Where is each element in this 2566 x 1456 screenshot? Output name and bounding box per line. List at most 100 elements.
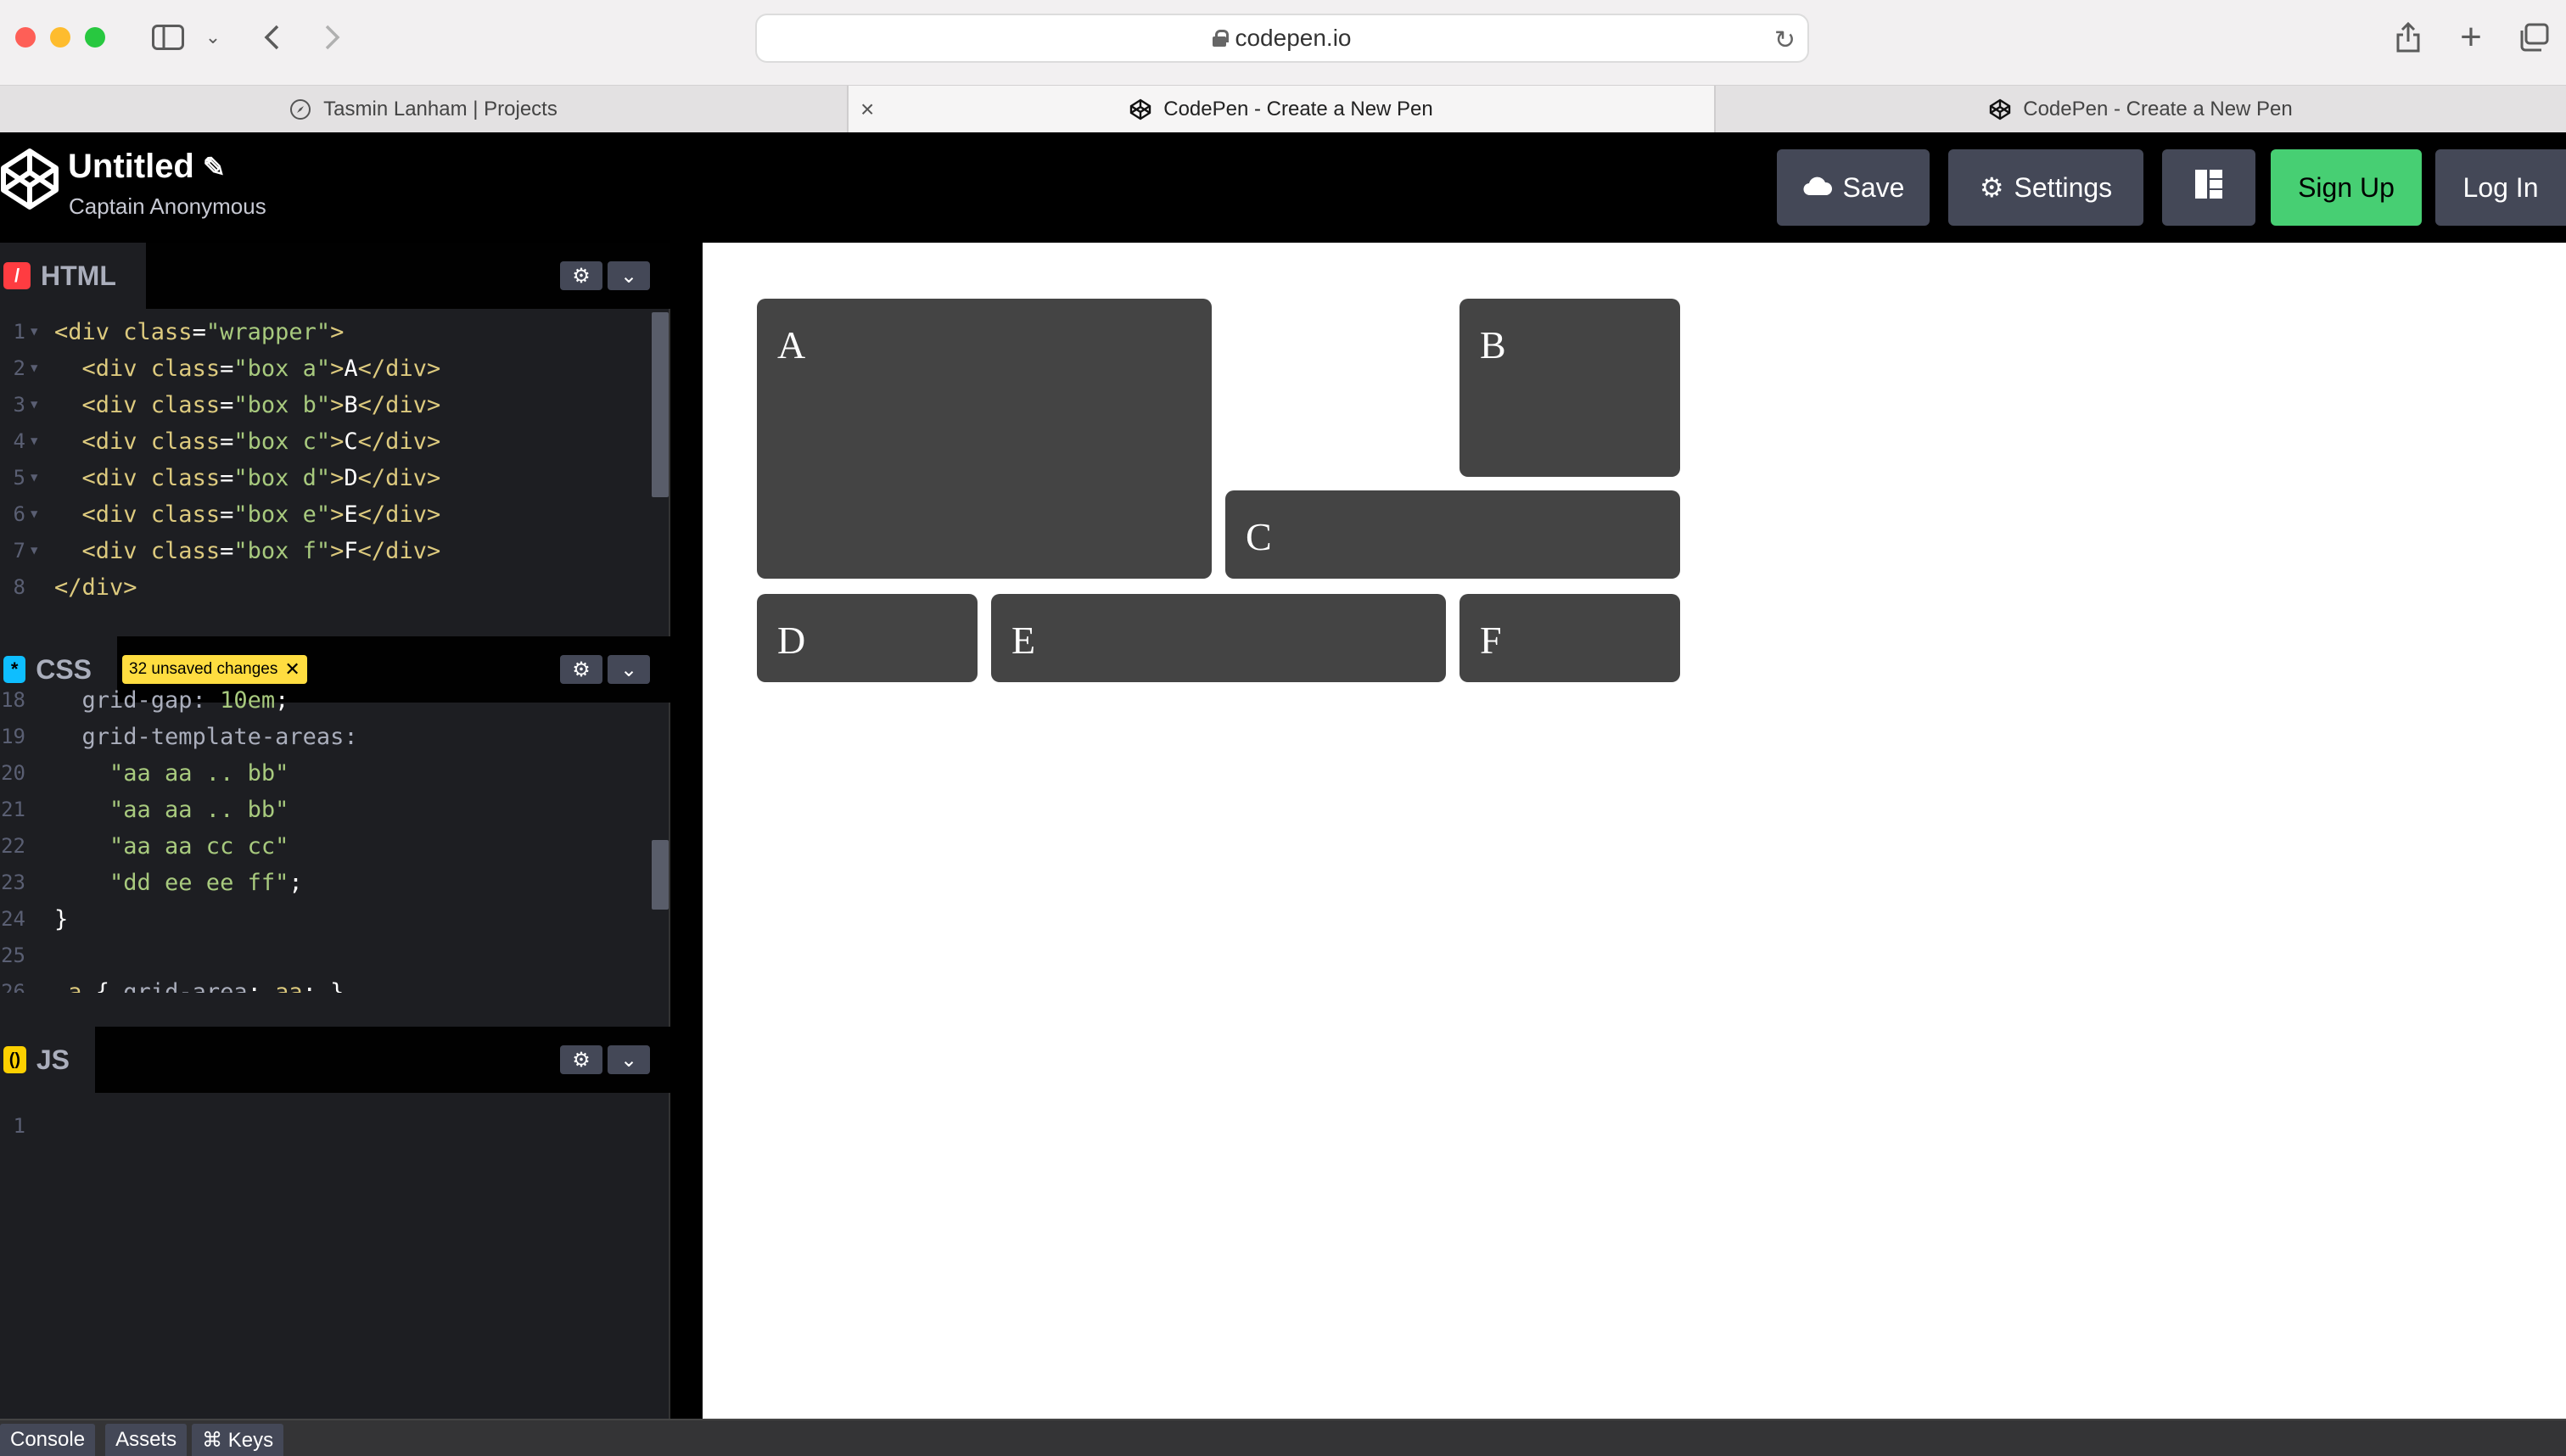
html-editor-tab[interactable]: / HTML — [0, 243, 146, 309]
log-in-button[interactable]: Log In — [2435, 149, 2566, 226]
tab-projects[interactable]: Tasmin Lanham | Projects — [0, 86, 849, 133]
code-line[interactable]: 1 — [0, 1108, 670, 1145]
line-number: 26 — [1, 980, 25, 993]
line-number: 22 — [1, 834, 25, 858]
share-icon[interactable] — [2390, 19, 2427, 56]
fold-arrow-icon[interactable]: ▼ — [31, 387, 37, 423]
tab-title: CodePen - Create a New Pen — [1163, 98, 1433, 120]
css-editor-scrollbar[interactable] — [652, 840, 669, 910]
codepen-favicon-icon — [1129, 98, 1151, 120]
fold-arrow-icon[interactable]: ▼ — [31, 533, 37, 569]
code-line[interactable]: 20 "aa aa .. bb" — [0, 755, 670, 792]
fold-arrow-icon[interactable]: ▼ — [31, 314, 37, 350]
minimize-window-button[interactable] — [50, 27, 70, 48]
close-tab-icon[interactable]: × — [860, 96, 874, 123]
forward-icon[interactable] — [316, 19, 350, 56]
code-line[interactable]: 23 "dd ee ee ff"; — [0, 865, 670, 901]
html-lang-icon: / — [3, 262, 31, 289]
tab-title: CodePen - Create a New Pen — [2023, 98, 2293, 120]
save-button[interactable]: Save — [1777, 149, 1930, 226]
code-line[interactable]: 24} — [0, 901, 670, 938]
js-editor-label: JS — [36, 1044, 70, 1075]
lock-icon — [1213, 30, 1230, 47]
line-number: 1 — [13, 320, 25, 344]
fold-arrow-icon[interactable]: ▼ — [31, 460, 37, 496]
code-line[interactable]: 26 .a { grid-area: aa; } — [0, 974, 670, 993]
html-editor-controls: ⚙ ⌄ — [560, 261, 650, 290]
change-view-button[interactable] — [2162, 149, 2255, 226]
code-text: grid-template-areas: — [54, 724, 358, 750]
code-line[interactable]: 8 </div> — [0, 569, 670, 606]
js-lang-icon: () — [3, 1046, 26, 1073]
code-text: <div class="box f">F</div> — [81, 538, 441, 564]
tab-title: Tasmin Lanham | Projects — [323, 98, 557, 120]
code-line[interactable]: 22 "aa aa cc cc" — [0, 828, 670, 865]
js-code-editor[interactable]: 1 — [0, 1108, 670, 1414]
js-settings-gear-icon[interactable]: ⚙ — [560, 1045, 602, 1074]
back-icon[interactable] — [255, 19, 289, 56]
new-tab-icon[interactable]: + — [2452, 16, 2490, 58]
html-editor-label: HTML — [41, 260, 116, 291]
pen-title[interactable]: Untitled ✎ — [68, 148, 226, 186]
html-editor-scrollbar[interactable] — [652, 312, 669, 497]
sidebar-toggle-icon[interactable] — [149, 19, 187, 56]
bottom-bar: Console Assets ⌘ Keys — [0, 1419, 2566, 1456]
html-settings-gear-icon[interactable]: ⚙ — [560, 261, 602, 290]
tab-codepen-2[interactable]: CodePen - Create a New Pen — [1716, 86, 2566, 133]
fold-arrow-icon[interactable]: ▼ — [31, 350, 37, 387]
code-line[interactable]: 2 ▼ <div class="box a">A</div> — [0, 350, 670, 387]
tab-codepen-active[interactable]: × CodePen - Create a New Pen — [849, 86, 1716, 133]
css-settings-gear-icon[interactable]: ⚙ — [560, 655, 602, 684]
code-text: <div class="wrapper"> — [54, 319, 345, 345]
js-editor-controls: ⚙ ⌄ — [560, 1045, 650, 1074]
grid-box-f: F — [1459, 594, 1680, 682]
css-code-editor[interactable]: 18 grid-gap: 10em; 19 grid-template-areas… — [0, 682, 670, 993]
line-number: 6 — [13, 502, 25, 526]
settings-button[interactable]: ⚙ Settings — [1948, 149, 2143, 226]
code-text: <div class="box e">E</div> — [81, 501, 441, 528]
html-collapse-chevron-icon[interactable]: ⌄ — [608, 261, 650, 290]
tab-overview-icon[interactable] — [2515, 19, 2552, 56]
js-collapse-chevron-icon[interactable]: ⌄ — [608, 1045, 650, 1074]
assets-button[interactable]: Assets — [105, 1424, 188, 1456]
codepen-header: Untitled ✎ Captain Anonymous Save ⚙ Sett… — [0, 132, 2566, 243]
fold-arrow-icon[interactable]: ▼ — [31, 423, 37, 460]
js-editor-tab[interactable]: () JS — [0, 1027, 95, 1093]
code-line[interactable]: 19 grid-template-areas: — [0, 719, 670, 755]
console-button[interactable]: Console — [0, 1424, 96, 1456]
code-text: "aa aa .. bb" — [54, 797, 289, 823]
code-line[interactable]: 21 "aa aa .. bb" — [0, 792, 670, 828]
code-line[interactable]: 7 ▼ <div class="box f">F</div> — [0, 533, 670, 569]
dismiss-x-icon[interactable]: ✕ — [284, 658, 300, 680]
browser-toolbar: ⌄ codepen.io ↻ + — [0, 0, 2566, 85]
grid-box-c: C — [1225, 490, 1680, 579]
pencil-icon[interactable]: ✎ — [203, 151, 226, 183]
fold-arrow-icon[interactable]: ▼ — [31, 496, 37, 533]
code-line[interactable]: 25 — [0, 938, 670, 974]
code-line[interactable]: 3 ▼ <div class="box b">B</div> — [0, 387, 670, 423]
unsaved-changes-text: 32 unsaved changes — [129, 660, 278, 678]
address-bar[interactable]: codepen.io ↻ — [755, 14, 1809, 63]
code-line[interactable]: 4 ▼ <div class="box c">C</div> — [0, 423, 670, 460]
code-line[interactable]: 5 ▼ <div class="box d">D</div> — [0, 460, 670, 496]
code-line[interactable]: 6 ▼ <div class="box e">E</div> — [0, 496, 670, 533]
gear-icon: ⚙ — [1979, 172, 2004, 203]
chevron-down-icon[interactable]: ⌄ — [200, 19, 226, 56]
editor-panel: / HTML ⚙ ⌄ 1 ▼ <div class="wrapper"> 2 ▼ <di… — [0, 243, 670, 1419]
save-label: Save — [1842, 171, 1905, 203]
code-line[interactable]: 1 ▼ <div class="wrapper"> — [0, 314, 670, 350]
reload-icon[interactable]: ↻ — [1774, 25, 1796, 55]
sign-up-button[interactable]: Sign Up — [2271, 149, 2422, 226]
css-collapse-chevron-icon[interactable]: ⌄ — [608, 655, 650, 684]
code-text: <div class="box b">B</div> — [81, 392, 441, 418]
keys-button[interactable]: ⌘ Keys — [192, 1424, 284, 1456]
close-window-button[interactable] — [15, 27, 36, 48]
unsaved-changes-badge[interactable]: 32 unsaved changes ✕ — [122, 655, 307, 684]
codepen-favicon-icon — [1989, 98, 2011, 120]
maximize-window-button[interactable] — [85, 27, 105, 48]
line-number: 18 — [1, 688, 25, 712]
grid-box-a: A — [757, 299, 1212, 579]
codepen-logo-icon[interactable] — [0, 148, 59, 210]
code-text: <div class="box a">A</div> — [81, 356, 441, 382]
code-line[interactable]: 18 grid-gap: 10em; — [0, 682, 670, 719]
